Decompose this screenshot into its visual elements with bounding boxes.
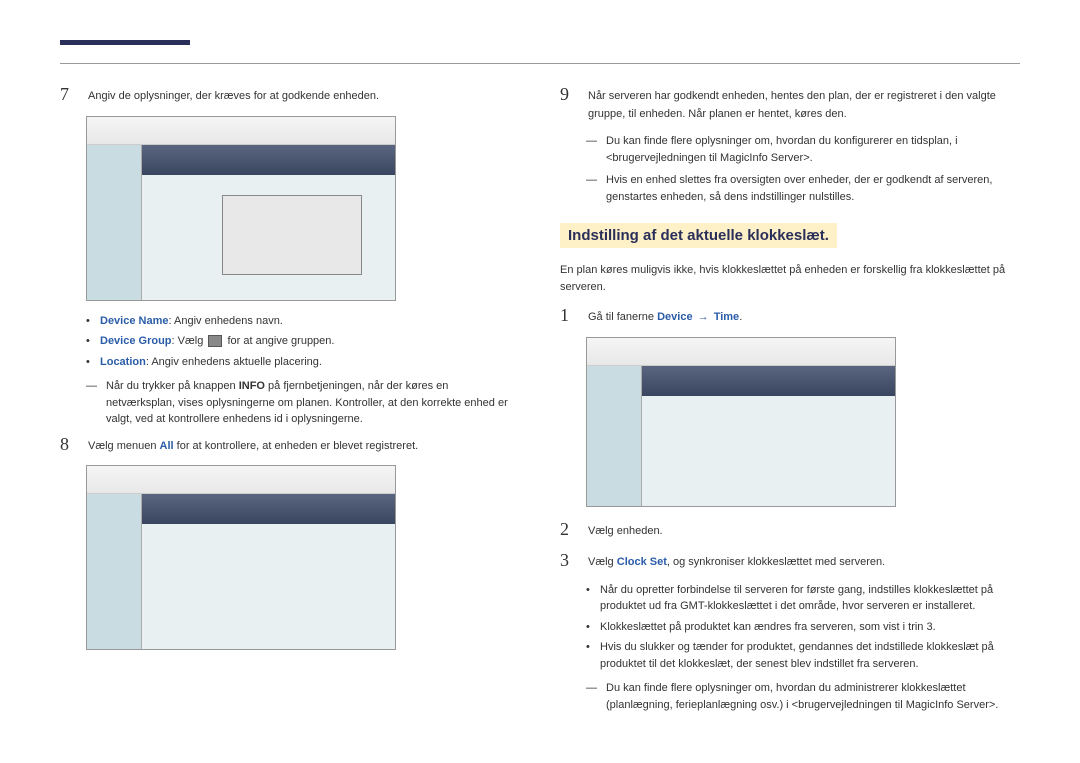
bullet-text: Device Name: Angiv enhedens navn.: [100, 313, 283, 330]
bullet-3-2: • Hvis du slukker og tænder for produkte…: [586, 639, 1020, 672]
bullet-device-group: • Device Group: Vælg for at angive grupp…: [86, 333, 520, 350]
note-text: Hvis en enhed slettes fra oversigten ove…: [606, 172, 1020, 205]
screenshot-main: [142, 494, 395, 649]
note-9a: ― Du kan finde flere oplysninger om, hvo…: [586, 133, 1020, 166]
screenshot-main: [142, 145, 395, 300]
screenshot-step8: [86, 465, 396, 650]
step-number: 3: [560, 550, 576, 572]
screenshot-sidebar: [87, 145, 142, 300]
bullet-device-name: • Device Name: Angiv enhedens navn.: [86, 313, 520, 330]
note-end: ― Du kan finde flere oplysninger om, hvo…: [586, 680, 1020, 713]
section-heading-wrap: Indstilling af det aktuelle klokkeslæt.: [560, 211, 1020, 256]
screenshot-dialog: [222, 195, 362, 275]
step-number: 9: [560, 84, 576, 123]
step-9: 9 Når serveren har godkendt enheden, hen…: [560, 84, 1020, 123]
group-picker-icon: [208, 335, 222, 347]
screenshot-toolbar: [642, 366, 895, 396]
bullet-text: Klokkeslættet på produktet kan ændres fr…: [600, 619, 936, 636]
step-text: Angiv de oplysninger, der kræves for at …: [88, 84, 520, 106]
step-text: Når serveren har godkendt enheden, hente…: [588, 84, 1020, 123]
screenshot-topbar: [587, 338, 895, 366]
bullet-3-0: • Når du opretter forbindelse til server…: [586, 582, 1020, 615]
step-text: Vælg menuen All for at kontrollere, at e…: [88, 434, 520, 456]
screenshot-body: [587, 366, 895, 506]
bullet-dot: •: [86, 354, 92, 371]
step-number: 2: [560, 519, 576, 541]
label: Device Name: [100, 315, 169, 327]
bullet-location: • Location: Angiv enhedens aktuelle plac…: [86, 354, 520, 371]
header-rule: [60, 40, 1020, 64]
note-text: Du kan finde flere oplysninger om, hvord…: [606, 133, 1020, 166]
dash-icon: ―: [586, 680, 598, 713]
dash-icon: ―: [586, 172, 598, 205]
bullet-dot: •: [86, 333, 92, 350]
screenshot-topbar: [87, 466, 395, 494]
bullet-list-3: • Når du opretter forbindelse til server…: [586, 582, 1020, 673]
bullet-dot: •: [586, 582, 592, 615]
section-intro: En plan køres muligvis ikke, hvis klokke…: [560, 262, 1020, 295]
screenshot-sidebar: [87, 494, 142, 649]
bullet-text: Hvis du slukker og tænder for produktet,…: [600, 639, 1020, 672]
step-7: 7 Angiv de oplysninger, der kræves for a…: [60, 84, 520, 106]
step-8: 8 Vælg menuen All for at kontrollere, at…: [60, 434, 520, 456]
dash-icon: ―: [586, 133, 598, 166]
screenshot-body: [87, 145, 395, 300]
step-1: 1 Gå til fanerne Device → Time.: [560, 305, 1020, 327]
screenshot-topbar: [87, 117, 395, 145]
bullet-dot: •: [586, 619, 592, 636]
label: Location: [100, 356, 146, 368]
step-text: Gå til fanerne Device → Time.: [588, 305, 1020, 327]
screenshot-body: [87, 494, 395, 649]
screenshot-step7: [86, 116, 396, 301]
step-text: Vælg Clock Set, og synkroniser klokkeslæ…: [588, 550, 1020, 572]
step-text: Vælg enheden.: [588, 519, 1020, 541]
bullet-text: Device Group: Vælg for at angive gruppen…: [100, 333, 334, 350]
step-number: 1: [560, 305, 576, 327]
step-number: 8: [60, 434, 76, 456]
bullet-dot: •: [86, 313, 92, 330]
step-number: 7: [60, 84, 76, 106]
content-columns: 7 Angiv de oplysninger, der kræves for a…: [60, 84, 1020, 719]
screenshot-sidebar: [587, 366, 642, 506]
section-heading: Indstilling af det aktuelle klokkeslæt.: [560, 223, 837, 248]
note-9b: ― Hvis en enhed slettes fra oversigten o…: [586, 172, 1020, 205]
screenshot-toolbar: [142, 494, 395, 524]
label: Device Group: [100, 335, 172, 347]
dash-icon: ―: [86, 378, 98, 428]
bullet-dot: •: [586, 639, 592, 672]
note-text: Når du trykker på knappen INFO på fjernb…: [106, 378, 520, 428]
screenshot-main: [642, 366, 895, 506]
bullet-list-7: • Device Name: Angiv enhedens navn. • De…: [86, 313, 520, 371]
bullet-text: Når du opretter forbindelse til serveren…: [600, 582, 1020, 615]
bullet-text: Location: Angiv enhedens aktuelle placer…: [100, 354, 322, 371]
note-7: ― Når du trykker på knappen INFO på fjer…: [86, 378, 520, 428]
bullet-3-1: • Klokkeslættet på produktet kan ændres …: [586, 619, 1020, 636]
note-text: Du kan finde flere oplysninger om, hvord…: [606, 680, 1020, 713]
screenshot-step1: [586, 337, 896, 507]
step-2: 2 Vælg enheden.: [560, 519, 1020, 541]
step-3: 3 Vælg Clock Set, og synkroniser klokkes…: [560, 550, 1020, 572]
screenshot-toolbar: [142, 145, 395, 175]
left-column: 7 Angiv de oplysninger, der kræves for a…: [60, 84, 520, 719]
right-column: 9 Når serveren har godkendt enheden, hen…: [560, 84, 1020, 719]
